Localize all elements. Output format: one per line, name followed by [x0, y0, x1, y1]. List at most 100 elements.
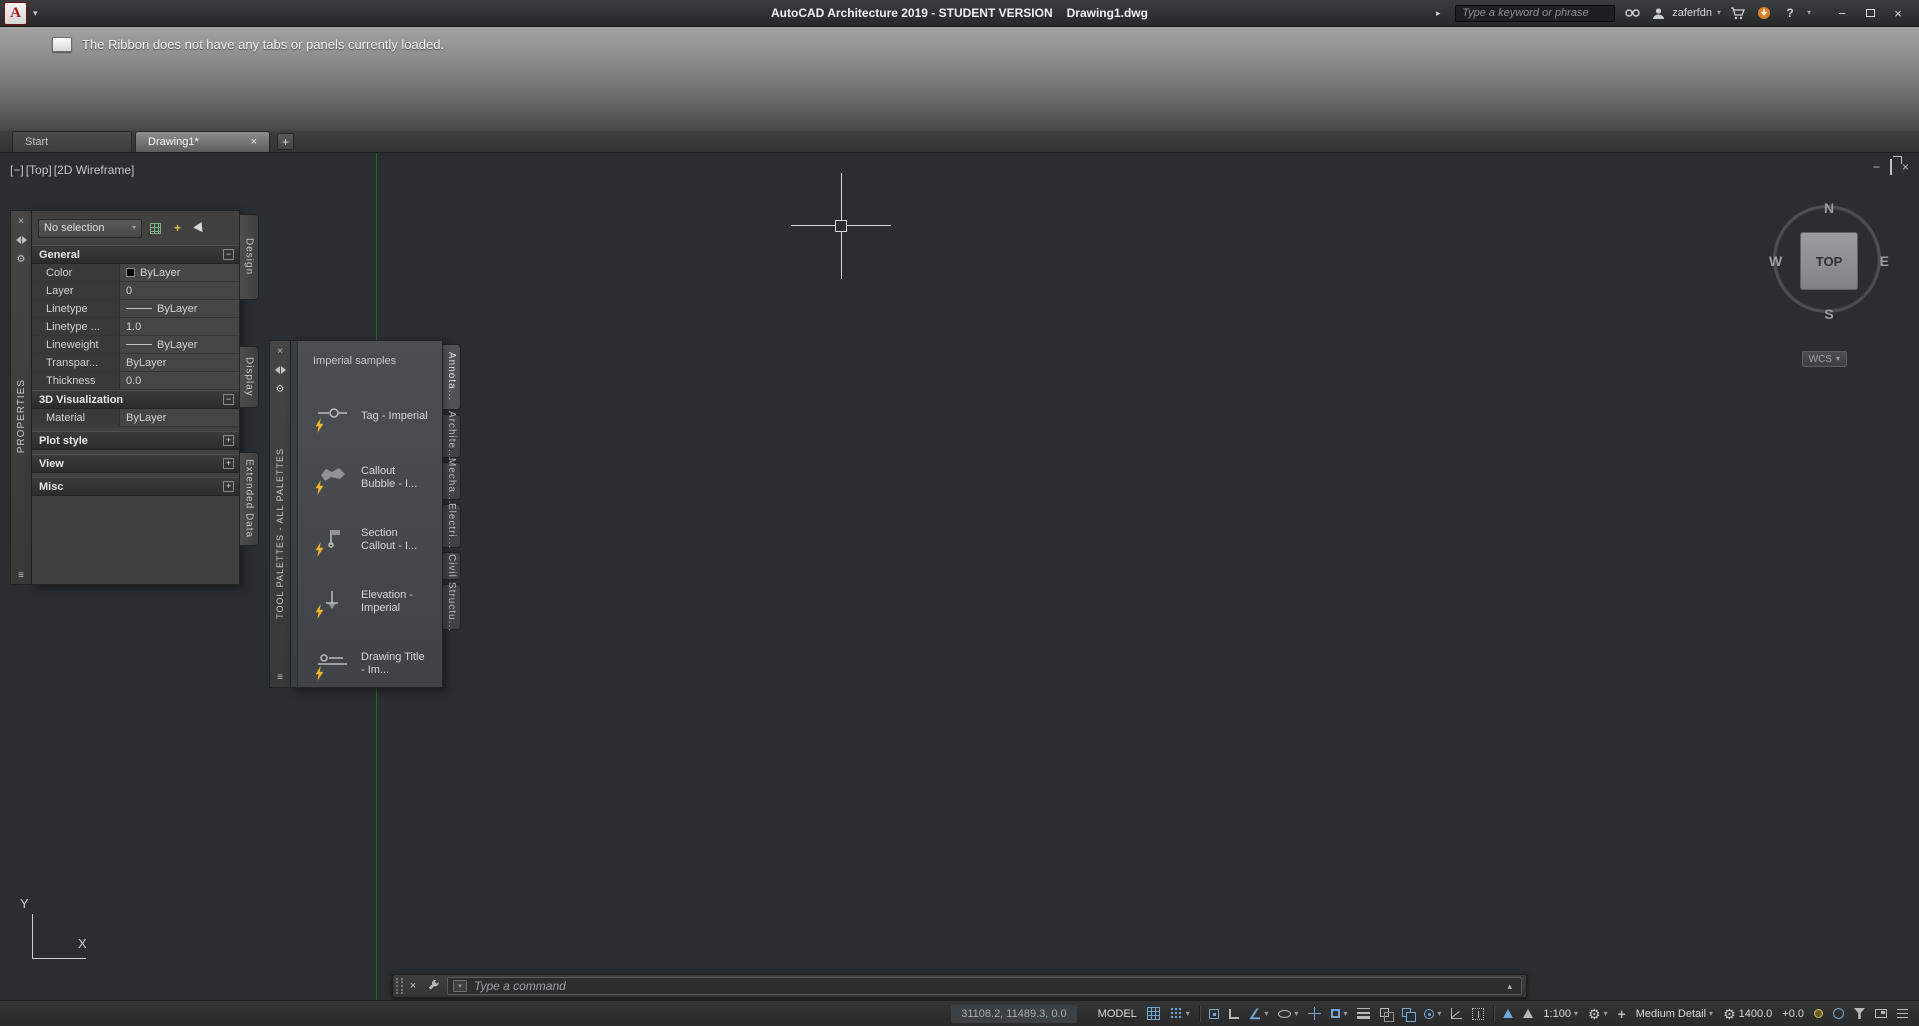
drawing-close-icon[interactable]: ×	[1902, 161, 1909, 173]
app-logo-icon[interactable]: A	[4, 1, 27, 25]
property-row-linetype[interactable]: Linetype ByLayer	[32, 300, 239, 318]
close-button[interactable]: ×	[1885, 3, 1911, 23]
command-history-icon[interactable]: ▴	[1503, 981, 1516, 992]
object-snap-tracking-toggle[interactable]	[1303, 1003, 1326, 1025]
polar-tracking-toggle[interactable]: ∠ ▾	[1244, 1003, 1274, 1025]
chevron-down-icon[interactable]: ▾	[1437, 1009, 1441, 1018]
section-plot-style[interactable]: Plot style +	[32, 431, 239, 450]
section-misc[interactable]: Misc +	[32, 477, 239, 496]
property-row-layer[interactable]: Layer 0	[32, 282, 239, 300]
tool-item-tag-imperial[interactable]: Tag - Imperial	[301, 385, 440, 447]
app-store-cart-icon[interactable]	[1729, 4, 1747, 22]
visual-style-control[interactable]: [2D Wireframe]	[54, 163, 135, 177]
sign-in-button[interactable]: zaferfdn ▾	[1649, 4, 1721, 22]
chevron-down-icon[interactable]: ▾	[1264, 1009, 1268, 1018]
tool-item-callout-bubble[interactable]: Callout Bubble - I...	[301, 447, 440, 509]
snap-mode-toggle[interactable]: ▾	[1165, 1003, 1195, 1025]
collapse-icon[interactable]: −	[223, 394, 234, 405]
search-icon[interactable]	[1623, 4, 1641, 22]
dynamic-ucs-toggle[interactable]	[1446, 1003, 1467, 1025]
viewcube-west[interactable]: W	[1769, 253, 1782, 269]
tab-extended-data[interactable]: Extended Data	[240, 452, 259, 546]
property-row-lineweight[interactable]: Lineweight ByLayer	[32, 336, 239, 354]
properties-titlebar[interactable]: × ⚙ PROPERTIES ≡	[10, 210, 32, 585]
detail-level-button[interactable]: Medium Detail ▾	[1631, 1003, 1718, 1025]
tool-item-section-callout[interactable]: Section Callout - I...	[301, 509, 440, 571]
isolate-objects-button[interactable]	[1809, 1003, 1828, 1025]
chevron-down-icon[interactable]: ▾	[1604, 1009, 1608, 1018]
tool-item-elevation[interactable]: Elevation - Imperial	[301, 571, 440, 633]
quick-access-overflow-icon[interactable]: ▸	[1429, 4, 1447, 22]
command-line[interactable]: × ▾ Type a command ▴	[392, 974, 1527, 998]
new-drawing-button[interactable]: +	[277, 133, 294, 150]
elevation-button[interactable]: +0.0	[1777, 1003, 1809, 1025]
command-prompt-icon[interactable]: ▾	[453, 980, 467, 992]
palette-menu-icon[interactable]: ≡	[14, 568, 28, 582]
palette-menu-icon[interactable]: ≡	[273, 671, 287, 685]
palette-close-icon[interactable]: ×	[273, 344, 287, 358]
tab-display[interactable]: Display	[240, 346, 259, 408]
chevron-down-icon[interactable]: ▾	[1294, 1009, 1298, 1018]
tab-start[interactable]: Start	[12, 131, 132, 152]
clean-screen-button[interactable]	[1870, 1003, 1892, 1025]
command-line-grip[interactable]	[396, 978, 403, 994]
lineweight-toggle[interactable]	[1352, 1003, 1375, 1025]
auto-hide-icon[interactable]	[14, 233, 28, 247]
3d-object-snap-toggle[interactable]: ▾	[1419, 1003, 1446, 1025]
grid-display-toggle[interactable]	[1142, 1003, 1165, 1025]
viewcube-east[interactable]: E	[1880, 253, 1889, 269]
selection-cycling-toggle[interactable]	[1397, 1003, 1419, 1025]
select-objects-button[interactable]	[191, 220, 208, 237]
property-row-linetype-scale[interactable]: Linetype ... 1.0	[32, 318, 239, 336]
object-snap-toggle[interactable]: ▾	[1326, 1003, 1352, 1025]
section-3d-visualization[interactable]: 3D Visualization −	[32, 390, 239, 409]
infer-constraints-toggle[interactable]	[1204, 1003, 1224, 1025]
chevron-down-icon[interactable]: ▾	[1343, 1009, 1347, 1018]
view-control[interactable]: [Top]	[26, 163, 52, 177]
palette-scrollbar[interactable]	[291, 341, 298, 687]
collapse-icon[interactable]: −	[223, 249, 234, 260]
viewcube-north[interactable]: N	[1824, 200, 1834, 216]
annotation-autoscale-toggle[interactable]	[1518, 1003, 1538, 1025]
workspace-chevron-icon[interactable]: ▾	[33, 8, 38, 19]
isometric-drafting-toggle[interactable]: ▾	[1273, 1003, 1303, 1025]
property-row-color[interactable]: Color ByLayer	[32, 264, 239, 282]
drawing-area[interactable]: [−] [Top] [2D Wireframe] − × N S W E TOP…	[0, 153, 1919, 1000]
cut-plane-button[interactable]: ⚙ 1400.0	[1718, 1003, 1777, 1025]
annotation-visibility-toggle[interactable]	[1498, 1003, 1518, 1025]
model-space-button[interactable]: MODEL	[1093, 1003, 1142, 1025]
user-menu-chevron-icon[interactable]: ▾	[1717, 9, 1721, 17]
tab-design[interactable]: Design	[240, 214, 259, 300]
tab-close-icon[interactable]: ×	[251, 136, 257, 148]
viewcube-south[interactable]: S	[1824, 306, 1833, 322]
viewcube[interactable]: N S W E TOP	[1767, 199, 1891, 323]
selection-dropdown[interactable]: No selection ▾	[38, 218, 142, 238]
search-input[interactable]	[1455, 4, 1616, 22]
wcs-menu-button[interactable]: WCS ▾	[1801, 351, 1847, 367]
chevron-down-icon[interactable]: ▾	[1709, 1009, 1713, 1018]
customization-button[interactable]	[1892, 1003, 1913, 1025]
expand-icon[interactable]: +	[223, 481, 234, 492]
pickadd-toggle-button[interactable]: +	[169, 220, 186, 237]
command-input[interactable]: ▾ Type a command ▴	[447, 977, 1522, 995]
quick-select-button[interactable]	[147, 220, 164, 237]
tab-electrical[interactable]: Electri...	[443, 503, 461, 549]
command-close-icon[interactable]: ×	[403, 980, 423, 992]
property-row-thickness[interactable]: Thickness 0.0	[32, 372, 239, 390]
section-view[interactable]: View +	[32, 454, 239, 473]
transparency-toggle[interactable]	[1375, 1003, 1397, 1025]
maximize-button[interactable]	[1857, 3, 1883, 23]
filter-button[interactable]	[1849, 1003, 1870, 1025]
expand-icon[interactable]: +	[223, 458, 234, 469]
ortho-mode-toggle[interactable]	[1224, 1003, 1244, 1025]
auto-hide-icon[interactable]	[273, 363, 287, 377]
tab-annotation[interactable]: Annota...	[443, 344, 461, 410]
dynamic-input-toggle[interactable]	[1467, 1003, 1489, 1025]
tool-item-drawing-title[interactable]: Drawing Title - Im...	[301, 633, 440, 687]
viewport-menu-control[interactable]: [−]	[10, 163, 24, 177]
expand-icon[interactable]: +	[223, 435, 234, 446]
tab-architectural[interactable]: Archite...	[443, 411, 461, 461]
annotation-scale-button[interactable]: 1:100 ▾	[1538, 1003, 1583, 1025]
drawing-minimize-icon[interactable]: −	[1873, 161, 1880, 173]
chevron-down-icon[interactable]: ▾	[1574, 1009, 1578, 1018]
